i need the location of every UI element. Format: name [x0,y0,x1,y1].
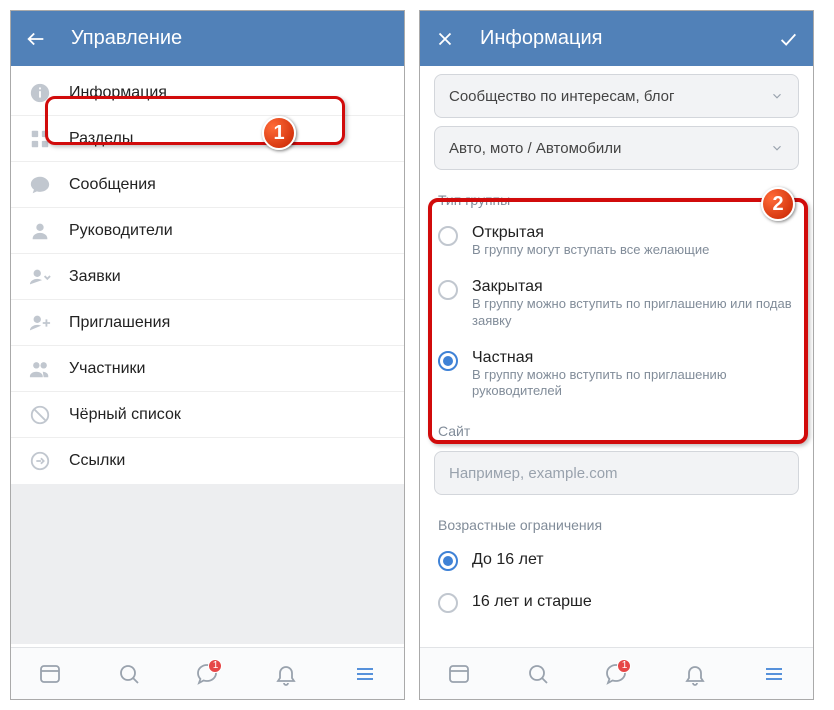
header-manage: Управление [11,11,404,66]
menu-information[interactable]: Информация [11,70,404,116]
dropdown-value: Авто, мото / Автомобили [449,140,621,157]
radio-icon [438,551,458,571]
site-input[interactable]: Например, example.com [434,451,799,495]
age-label: Возрастные ограничения [420,503,813,539]
group-type-label: Тип группы [420,178,813,214]
members-icon [29,358,51,380]
back-icon[interactable] [25,28,47,50]
close-icon[interactable] [434,28,456,50]
radio-icon [438,280,458,300]
radio-icon [438,351,458,371]
age-option-label: 16 лет и старше [472,593,592,611]
tab-messages[interactable]: 1 [194,661,220,687]
links-icon [29,450,51,472]
header-info: Информация [420,11,813,66]
radio-desc: В группу можно вступить по приглашению и… [472,296,795,329]
age-option-label: До 16 лет [472,551,544,569]
left-screen: Управление Информация Разделы Сообщения [10,10,405,700]
info-icon [29,82,51,104]
menu-links[interactable]: Ссылки [11,438,404,484]
radio-desc: В группу могут вступать все желающие [472,242,709,258]
radio-closed[interactable]: Закрытая В группу можно вступить по приг… [420,268,813,339]
menu-label: Приглашения [69,314,170,332]
site-label: Сайт [420,409,813,445]
tab-messages[interactable]: 1 [603,661,629,687]
menu-managers[interactable]: Руководители [11,208,404,254]
tab-menu[interactable] [761,661,787,687]
chevron-down-icon [770,89,784,103]
tabbar: 1 [11,647,404,699]
menu-label: Заявки [69,268,121,286]
tab-news[interactable] [37,661,63,687]
sections-icon [29,128,51,150]
category-dropdown[interactable]: Авто, мото / Автомобили [434,126,799,170]
menu-label: Информация [69,84,167,102]
menu-sections[interactable]: Разделы [11,116,404,162]
radio-icon [438,226,458,246]
menu-label: Сообщения [69,176,156,194]
blacklist-icon [29,404,51,426]
menu-label: Участники [69,360,145,378]
invitations-icon [29,312,51,334]
tab-notifications[interactable] [273,661,299,687]
requests-icon [29,266,51,288]
age-16-plus[interactable]: 16 лет и старше [420,581,813,623]
tab-news[interactable] [446,661,472,687]
menu-label: Ссылки [69,452,125,470]
notif-badge: 1 [208,659,222,673]
right-body: Сообщество по интересам, блог Авто, мото… [420,66,813,647]
radio-title: Закрытая [472,278,795,296]
step-badge-2: 2 [761,187,795,221]
tabbar: 1 [420,647,813,699]
chevron-down-icon [770,141,784,155]
site-placeholder: Например, example.com [449,465,618,482]
age-under-16[interactable]: До 16 лет [420,539,813,581]
radio-title: Открытая [472,224,709,242]
community-type-dropdown[interactable]: Сообщество по интересам, блог [434,74,799,118]
radio-title: Частная [472,349,795,367]
menu-requests[interactable]: Заявки [11,254,404,300]
menu-label: Руководители [69,222,173,240]
menu-label: Разделы [69,130,133,148]
menu-messages[interactable]: Сообщения [11,162,404,208]
tab-search[interactable] [116,661,142,687]
radio-private[interactable]: Частная В группу можно вступить по пригл… [420,339,813,410]
menu-blacklist[interactable]: Чёрный список [11,392,404,438]
menu-invitations[interactable]: Приглашения [11,300,404,346]
radio-desc: В группу можно вступить по приглашению р… [472,367,795,400]
menu-label: Чёрный список [69,406,181,424]
tab-notifications[interactable] [682,661,708,687]
radio-open[interactable]: Открытая В группу могут вступать все жел… [420,214,813,268]
dropdown-value: Сообщество по интересам, блог [449,88,674,105]
header-title: Информация [480,27,753,50]
right-screen: Информация Сообщество по интересам, блог… [419,10,814,700]
tab-search[interactable] [525,661,551,687]
managers-icon [29,220,51,242]
messages-icon [29,174,51,196]
left-body: Информация Разделы Сообщения Руководител… [11,66,404,647]
header-title: Управление [71,27,390,50]
radio-icon [438,593,458,613]
step-badge-1: 1 [262,116,296,150]
notif-badge: 1 [617,659,631,673]
tab-menu[interactable] [352,661,378,687]
checkmark-icon[interactable] [777,28,799,50]
menu-members[interactable]: Участники [11,346,404,392]
